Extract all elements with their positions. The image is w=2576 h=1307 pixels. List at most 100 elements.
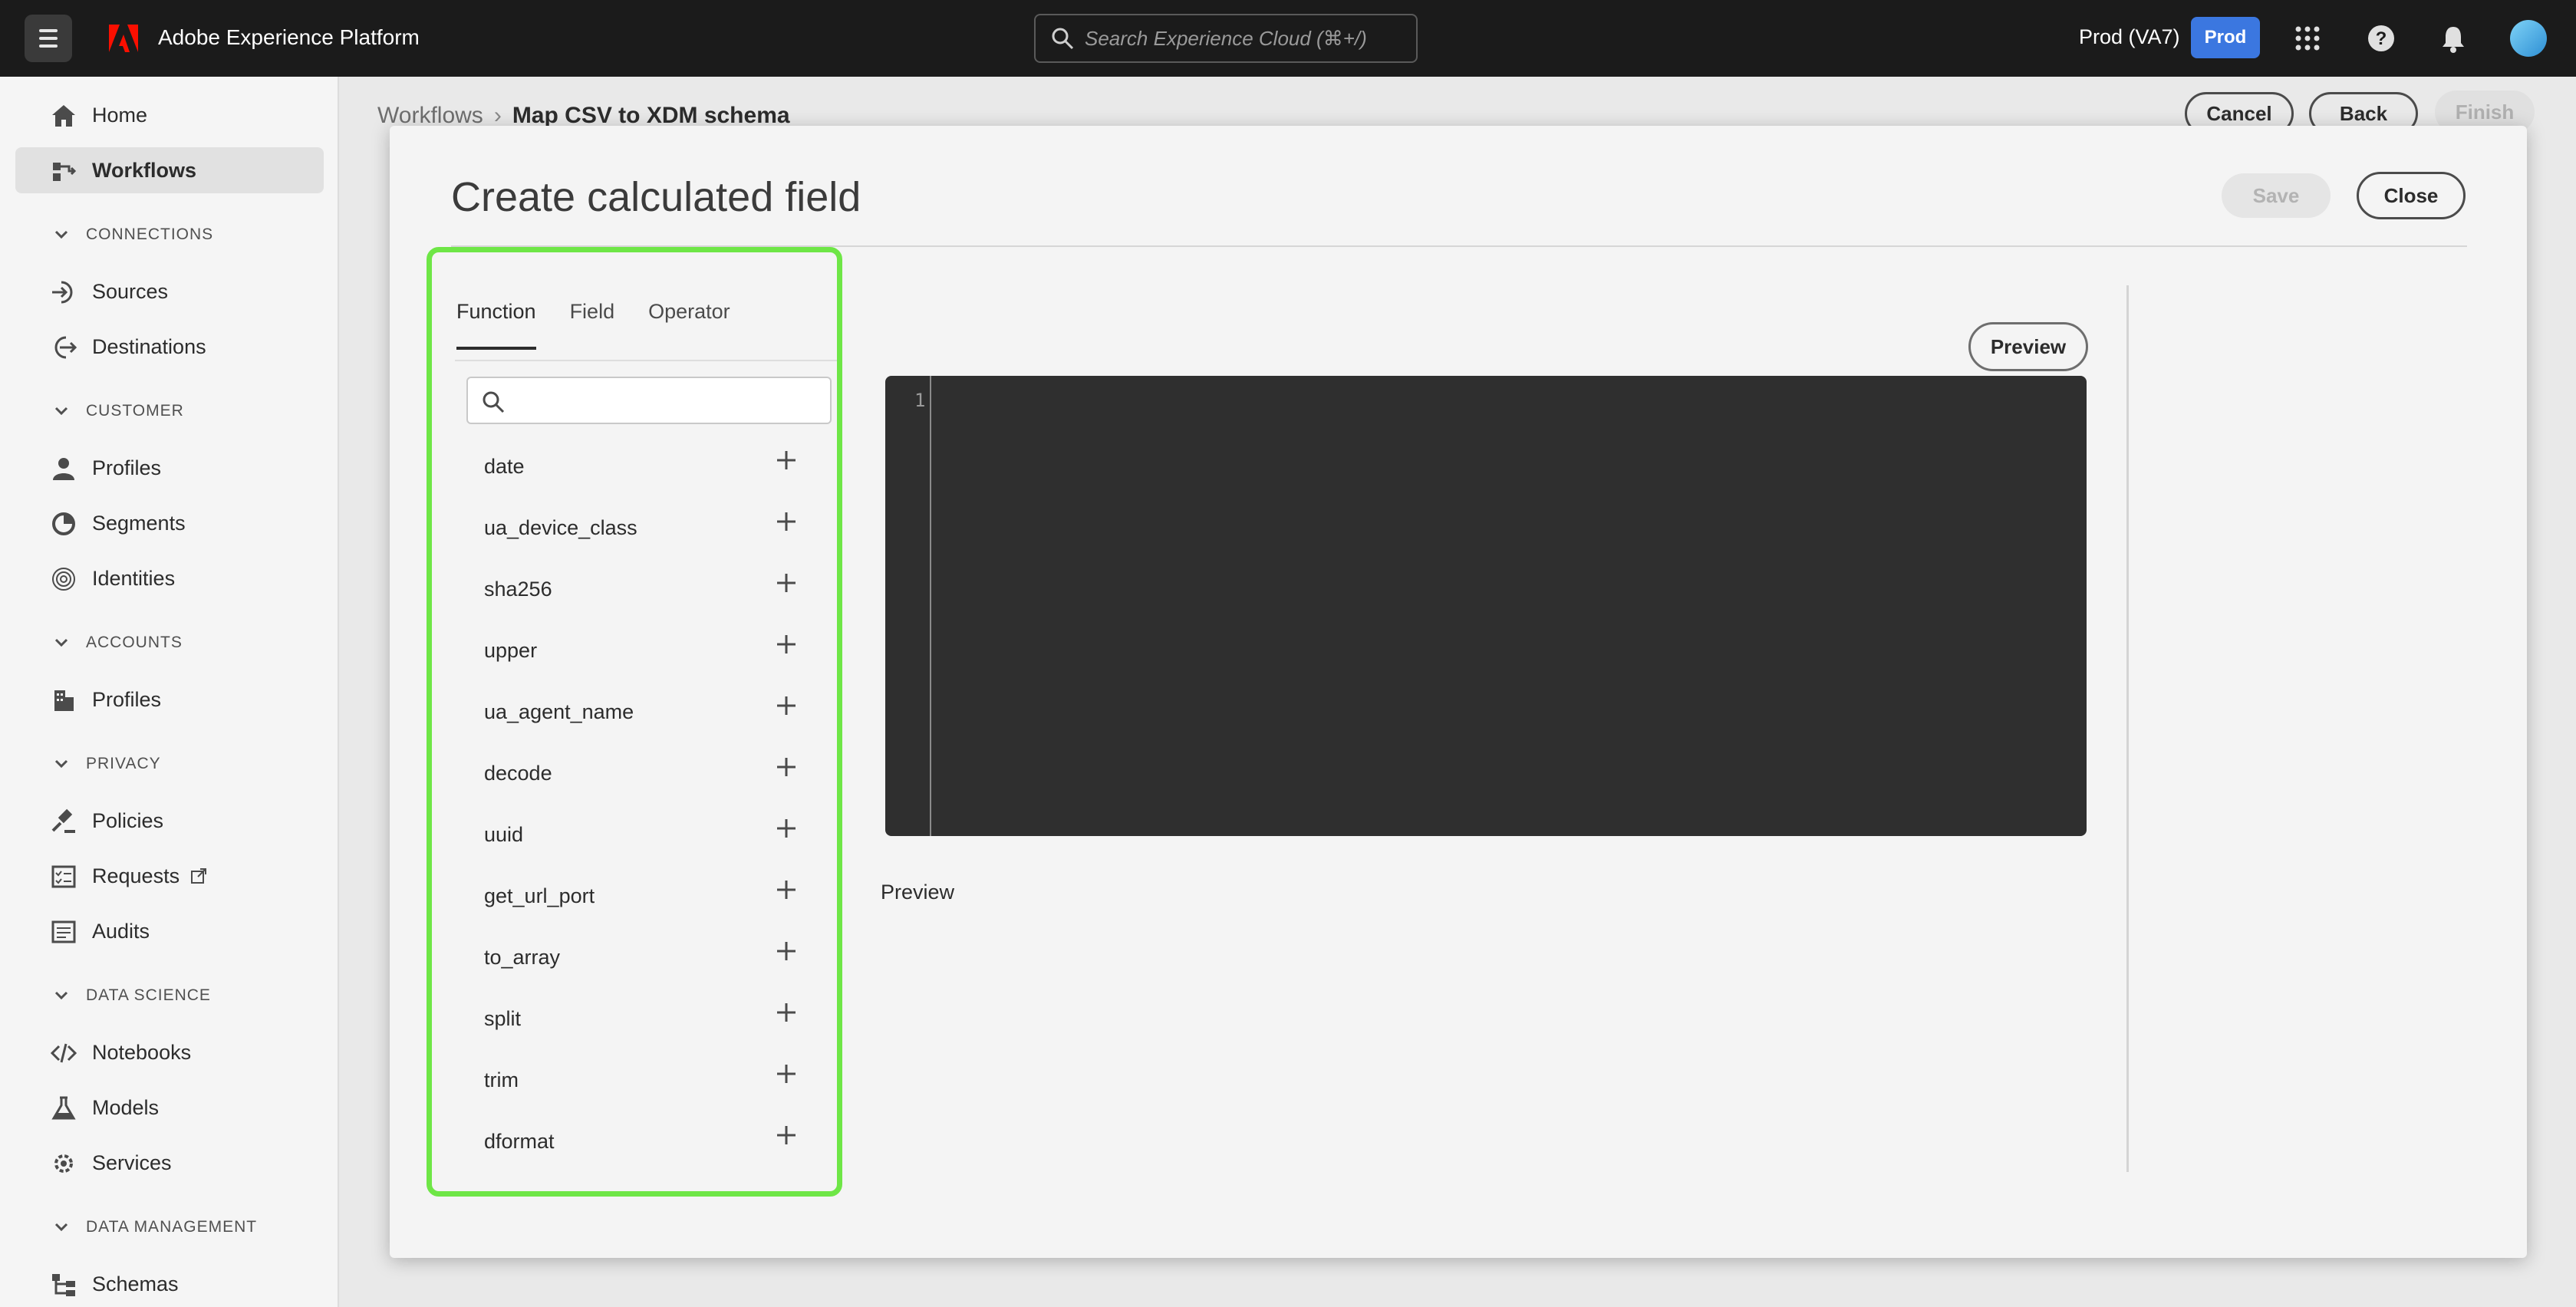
section-data-science[interactable]: DATA SCIENCE xyxy=(54,986,211,1005)
panel-divider xyxy=(2126,285,2129,1172)
function-item[interactable]: get_url_port xyxy=(432,866,837,927)
function-name: dformat xyxy=(484,1130,555,1153)
function-name: to_array xyxy=(484,946,561,969)
tabs-divider xyxy=(455,360,837,361)
sidebar-item-models[interactable]: Models xyxy=(15,1085,324,1131)
add-icon[interactable] xyxy=(775,694,798,717)
expression-editor[interactable]: 1 xyxy=(885,376,2087,836)
function-item[interactable]: decode xyxy=(432,743,837,805)
function-item[interactable]: sha256 xyxy=(432,559,837,621)
add-icon[interactable] xyxy=(775,1001,798,1024)
sidebar-item-schemas[interactable]: Schemas xyxy=(15,1261,324,1307)
function-item[interactable]: dformat xyxy=(432,1111,837,1173)
schema-icon xyxy=(52,1274,75,1296)
preview-button[interactable]: Preview xyxy=(1968,322,2088,371)
function-item[interactable]: to_array xyxy=(432,927,837,989)
user-avatar[interactable] xyxy=(2510,20,2547,57)
sidebar-item-account-profiles[interactable]: Profiles xyxy=(15,677,324,723)
function-item[interactable]: split xyxy=(432,989,837,1050)
destinations-icon xyxy=(54,336,77,359)
editor-gutter xyxy=(930,376,931,836)
global-search-input[interactable]: Search Experience Cloud (⌘+/) xyxy=(1034,14,1418,63)
add-icon[interactable] xyxy=(775,571,798,594)
add-icon[interactable] xyxy=(775,1185,838,1197)
function-item[interactable]: date xyxy=(432,436,837,498)
profile-icon xyxy=(53,458,74,480)
function-name: uuid xyxy=(484,823,524,846)
apps-grid-icon[interactable] xyxy=(2292,23,2323,54)
chevron-down-icon xyxy=(54,230,68,239)
function-name: upper xyxy=(484,639,538,662)
chevron-down-icon xyxy=(54,1223,68,1232)
sidebar-item-customer-profiles[interactable]: Profiles xyxy=(15,445,324,491)
add-icon[interactable] xyxy=(775,633,798,656)
function-picker-panel: Function Field Operator date ua_device_cl… xyxy=(427,247,842,1197)
breadcrumb: Workflows › Map CSV to XDM schema xyxy=(377,103,790,128)
audit-list-icon xyxy=(51,920,76,943)
sidebar-item-notebooks[interactable]: Notebooks xyxy=(15,1029,324,1075)
add-icon[interactable] xyxy=(775,1124,798,1147)
tab-field[interactable]: Field xyxy=(570,300,615,350)
search-placeholder: Search Experience Cloud (⌘+/) xyxy=(1085,26,1367,50)
sidebar-item-sources[interactable]: Sources xyxy=(15,268,324,314)
add-icon[interactable] xyxy=(775,817,798,840)
breadcrumb-workflows[interactable]: Workflows xyxy=(377,103,483,128)
add-icon[interactable] xyxy=(775,756,798,779)
sidebar-item-segments[interactable]: Segments xyxy=(15,500,324,546)
section-privacy[interactable]: PRIVACY xyxy=(54,755,161,773)
function-item[interactable]: trim xyxy=(432,1050,837,1111)
function-item[interactable]: uuid xyxy=(432,805,837,866)
function-name: date xyxy=(484,455,525,478)
add-icon[interactable] xyxy=(775,510,798,533)
sidebar-item-home[interactable]: Home xyxy=(15,92,324,138)
close-button[interactable]: Close xyxy=(2357,172,2466,219)
tab-operator[interactable]: Operator xyxy=(648,300,730,350)
workflows-icon xyxy=(53,163,77,181)
sidebar-item-policies[interactable]: Policies xyxy=(15,798,324,844)
chevron-down-icon xyxy=(54,759,68,769)
save-button[interactable]: Save xyxy=(2222,173,2331,218)
tab-function[interactable]: Function xyxy=(456,300,536,350)
add-icon[interactable] xyxy=(775,1062,798,1085)
add-icon[interactable] xyxy=(775,449,798,472)
sandbox-badge[interactable]: Prod xyxy=(2191,17,2260,58)
notifications-bell-icon[interactable] xyxy=(2438,23,2469,54)
preview-label: Preview xyxy=(881,881,955,904)
org-switcher[interactable]: Prod (VA7) xyxy=(2079,25,2180,49)
section-accounts[interactable]: ACCOUNTS xyxy=(54,634,183,652)
code-icon xyxy=(51,1043,77,1063)
adobe-logo-icon xyxy=(109,25,138,52)
picker-tabs: Function Field Operator xyxy=(456,300,730,350)
function-name: split xyxy=(484,1007,522,1030)
function-search-input[interactable] xyxy=(466,377,832,424)
sidebar-item-requests[interactable]: Requests xyxy=(15,853,324,899)
section-data-management[interactable]: DATA MANAGEMENT xyxy=(54,1218,257,1236)
search-icon xyxy=(483,391,505,413)
dialog-title: Create calculated field xyxy=(451,174,861,220)
function-item[interactable]: ua_agent_name xyxy=(432,682,837,743)
add-icon[interactable] xyxy=(775,940,798,963)
segments-icon xyxy=(52,512,75,535)
sidebar-item-services[interactable]: Services xyxy=(15,1140,324,1186)
building-icon xyxy=(54,690,74,711)
help-icon[interactable]: ? xyxy=(2366,23,2396,54)
chevron-down-icon xyxy=(54,638,68,647)
function-item[interactable]: upper xyxy=(432,621,837,682)
add-icon[interactable] xyxy=(775,878,798,901)
function-name: get_url_port xyxy=(484,884,595,907)
sidebar-item-workflows[interactable]: Workflows xyxy=(15,147,324,193)
app-title[interactable]: Adobe Experience Platform xyxy=(158,25,420,50)
section-customer[interactable]: CUSTOMER xyxy=(54,402,184,420)
checklist-icon xyxy=(51,865,76,888)
hamburger-menu-button[interactable] xyxy=(25,15,72,62)
function-item[interactable]: ua_device_class xyxy=(432,498,837,559)
gear-icon xyxy=(54,1154,73,1173)
section-connections[interactable]: CONNECTIONS xyxy=(54,226,213,244)
function-name: sha256 xyxy=(484,578,552,601)
sidebar-item-identities[interactable]: Identities xyxy=(15,555,324,601)
function-name: ua_agent_name xyxy=(484,700,634,723)
sidebar-item-audits[interactable]: Audits xyxy=(15,908,324,954)
sidebar-item-destinations[interactable]: Destinations xyxy=(15,324,324,370)
sources-icon xyxy=(52,281,73,304)
chevron-down-icon xyxy=(54,991,68,1000)
